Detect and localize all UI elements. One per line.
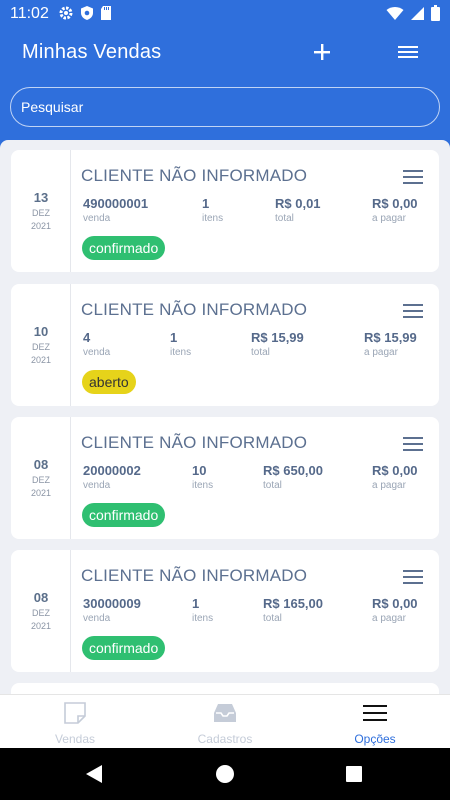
card-menu-button[interactable] <box>403 569 423 585</box>
sale-card[interactable]: 08 DEZ 2021 CLIENTE NÃO INFORMADO 200000… <box>11 417 439 539</box>
status-bar: 11:02 <box>0 0 450 28</box>
items-count: 1 itens <box>192 596 214 624</box>
total-value: R$ 650,00 total <box>263 463 323 491</box>
total-value: R$ 165,00 total <box>263 596 323 624</box>
page-title: Minhas Vendas <box>22 41 162 63</box>
items-count: 1 itens <box>202 196 224 224</box>
back-icon[interactable] <box>82 762 106 786</box>
nav-item-cadastros[interactable]: Cadastros <box>150 695 300 749</box>
search-input[interactable]: Pesquisar <box>10 87 440 127</box>
total-value: R$ 15,99 total <box>251 330 304 358</box>
sale-card[interactable]: 10 DEZ 2021 CLIENTE NÃO INFORMADO 4 vend… <box>11 284 439 406</box>
hamburger-icon <box>403 437 423 451</box>
nav-label: Opções <box>354 732 396 746</box>
amount-due: R$ 0,00 a pagar <box>372 596 418 624</box>
recents-icon[interactable] <box>342 762 366 786</box>
items-count: 10 itens <box>192 463 214 491</box>
card-menu-button[interactable] <box>403 169 423 185</box>
amount-due: R$ 15,99 a pagar <box>364 330 417 358</box>
sd-card-icon <box>101 6 111 20</box>
hamburger-icon <box>403 304 423 318</box>
nav-item-opcoes[interactable]: Opções <box>300 695 450 749</box>
sales-list[interactable]: 13 DEZ 2021 CLIENTE NÃO INFORMADO 490000… <box>0 140 450 694</box>
date-month: DEZ <box>32 475 50 485</box>
menu-icon <box>363 705 387 721</box>
signal-icon <box>411 6 424 20</box>
card-menu-button[interactable] <box>403 436 423 452</box>
venda-number: 4 venda <box>83 330 111 358</box>
add-sale-button[interactable] <box>306 36 338 68</box>
items-count: 1 itens <box>170 330 192 358</box>
sale-card[interactable]: 13 DEZ 2021 CLIENTE NÃO INFORMADO 490000… <box>11 150 439 272</box>
date-month: DEZ <box>32 608 50 618</box>
date-day: 08 <box>33 590 49 605</box>
total-value: R$ 0,01 total <box>275 196 321 224</box>
date-year: 2021 <box>30 488 52 498</box>
status-time: 11:02 <box>10 5 49 22</box>
status-badge: confirmado <box>82 636 166 660</box>
menu-button[interactable] <box>392 36 424 68</box>
sale-date: 08 DEZ 2021 <box>11 417 71 539</box>
date-day: 08 <box>33 457 49 472</box>
sale-date: 13 DEZ 2021 <box>11 150 71 272</box>
shield-icon <box>81 6 93 20</box>
date-month: DEZ <box>32 342 50 352</box>
status-badge: aberto <box>82 370 136 394</box>
client-name: CLIENTE NÃO INFORMADO <box>81 433 308 452</box>
hamburger-icon <box>403 570 423 584</box>
settings-icon <box>59 6 73 20</box>
status-badge: confirmado <box>82 503 166 527</box>
sale-date: 08 DEZ 2021 <box>11 550 71 672</box>
search-placeholder: Pesquisar <box>21 99 84 115</box>
note-icon <box>64 702 86 724</box>
sale-date: 10 DEZ 2021 <box>11 284 71 406</box>
sale-card[interactable] <box>11 683 439 694</box>
app-bar: Minhas Vendas <box>0 28 450 80</box>
sale-card[interactable]: 08 DEZ 2021 CLIENTE NÃO INFORMADO 300000… <box>11 550 439 672</box>
nav-item-vendas[interactable]: Vendas <box>0 695 150 749</box>
plus-icon <box>314 44 330 60</box>
home-icon[interactable] <box>213 762 237 786</box>
battery-icon <box>431 5 440 21</box>
date-day: 13 <box>33 190 49 205</box>
amount-due: R$ 0,00 a pagar <box>372 463 418 491</box>
client-name: CLIENTE NÃO INFORMADO <box>81 300 308 319</box>
hamburger-icon <box>403 170 423 184</box>
client-name: CLIENTE NÃO INFORMADO <box>81 566 308 585</box>
venda-number: 490000001 venda <box>83 196 149 224</box>
status-badge: confirmado <box>82 236 166 260</box>
system-nav-bar <box>0 748 450 800</box>
card-menu-button[interactable] <box>403 303 423 319</box>
inbox-icon <box>214 704 236 722</box>
date-year: 2021 <box>30 221 52 231</box>
date-month: DEZ <box>32 208 50 218</box>
venda-number: 20000002 venda <box>83 463 141 491</box>
nav-label: Cadastros <box>197 732 253 746</box>
date-year: 2021 <box>30 355 52 365</box>
amount-due: R$ 0,00 a pagar <box>372 196 418 224</box>
nav-label: Vendas <box>54 732 96 746</box>
date-year: 2021 <box>30 621 52 631</box>
date-day: 10 <box>33 324 49 339</box>
wifi-icon <box>386 6 404 20</box>
client-name: CLIENTE NÃO INFORMADO <box>81 166 308 185</box>
bottom-nav: Vendas Cadastros Opções <box>0 694 450 748</box>
venda-number: 30000009 venda <box>83 596 141 624</box>
hamburger-icon <box>398 46 418 58</box>
